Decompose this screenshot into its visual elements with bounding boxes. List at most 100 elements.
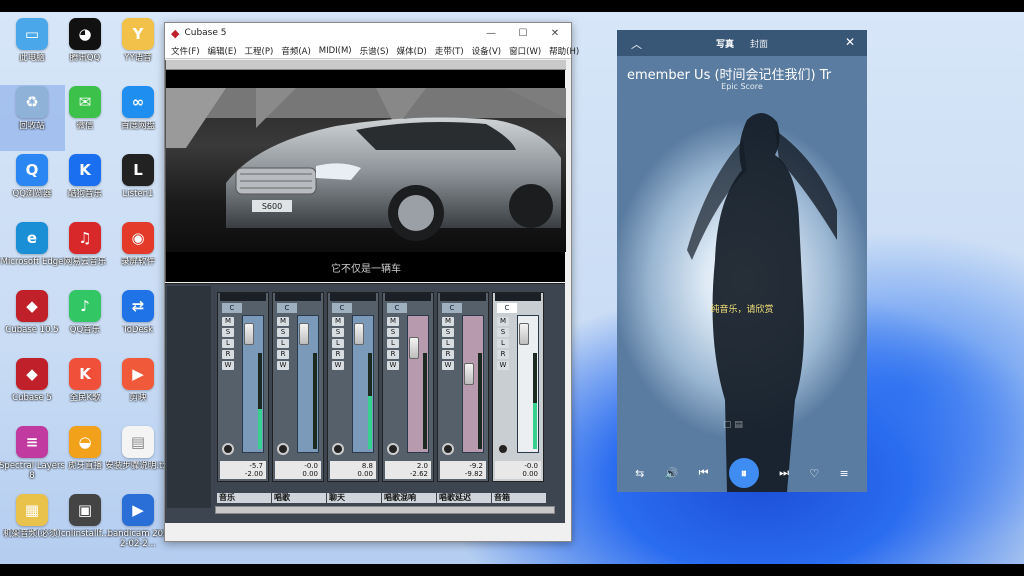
loop-mode-icon[interactable]: ⇆ <box>635 467 644 480</box>
desktop-icon[interactable]: Y YY语音 <box>106 18 170 82</box>
channel-m-button[interactable]: M <box>387 317 399 326</box>
playlist-icon[interactable]: ≡ <box>840 467 849 480</box>
channel-insert-slot[interactable] <box>385 293 431 301</box>
channel-insert-slot[interactable] <box>495 293 541 301</box>
menu-item[interactable]: 编辑(E) <box>204 45 241 57</box>
channel-r-button[interactable]: R <box>442 350 454 359</box>
desktop-icon-label: YY语音 <box>124 53 152 63</box>
channel-insert-slot[interactable] <box>220 293 266 301</box>
volume-icon[interactable]: 🔊 <box>665 467 679 480</box>
channel-r-button[interactable]: R <box>497 350 509 359</box>
menu-item[interactable]: 设备(V) <box>468 45 505 57</box>
tab-cover[interactable]: 封面 <box>750 37 768 50</box>
channel-insert-slot[interactable] <box>440 293 486 301</box>
pan-display[interactable]: C <box>387 303 407 313</box>
channel-w-button[interactable]: W <box>497 361 509 370</box>
fader-handle[interactable] <box>244 323 254 345</box>
lyric-tools-icon[interactable]: ▢ ▤ <box>723 420 743 430</box>
channel-name[interactable]: 音乐 <box>217 493 271 503</box>
fader-handle[interactable] <box>299 323 309 345</box>
channel-w-button[interactable]: W <box>387 361 399 370</box>
desktop-icon[interactable]: ▶ 剪映 <box>106 358 170 422</box>
channel-s-button[interactable]: S <box>497 328 509 337</box>
previous-track-icon[interactable]: ⏮ <box>699 466 709 480</box>
channel-insert-slot[interactable] <box>275 293 321 301</box>
channel-knob[interactable] <box>387 443 399 455</box>
channel-m-button[interactable]: M <box>332 317 344 326</box>
channel-s-button[interactable]: S <box>332 328 344 337</box>
pan-display[interactable]: C <box>222 303 242 313</box>
channel-l-button[interactable]: L <box>277 339 289 348</box>
menu-item[interactable]: MIDI(M) <box>315 46 356 56</box>
channel-knob[interactable] <box>277 443 289 455</box>
fader-handle[interactable] <box>409 337 419 359</box>
mixer-horizontal-scrollbar[interactable] <box>215 506 555 514</box>
channel-r-button[interactable]: R <box>387 350 399 359</box>
pause-button[interactable]: ⏸ <box>728 458 759 488</box>
minimize-button[interactable]: — <box>475 28 507 39</box>
channel-m-button[interactable]: M <box>277 317 289 326</box>
channel-l-button[interactable]: L <box>332 339 344 348</box>
menu-item[interactable]: 走带(T) <box>431 45 468 57</box>
channel-l-button[interactable]: L <box>222 339 234 348</box>
menu-item[interactable]: 媒体(D) <box>393 45 431 57</box>
player-close-icon[interactable]: ✕ <box>845 35 855 49</box>
collapse-chevron-icon[interactable]: ︿ <box>631 36 642 52</box>
channel-name[interactable]: 唱歌延迟 <box>437 493 491 503</box>
channel-m-button[interactable]: M <box>442 317 454 326</box>
desktop-icon[interactable]: L Listen1 <box>106 154 170 218</box>
channel-w-button[interactable]: W <box>277 361 289 370</box>
tab-photo[interactable]: 写真 <box>716 37 734 50</box>
desktop-icon[interactable]: ∞ 百度网盘 <box>106 86 170 150</box>
desktop-icon[interactable]: ⇄ ToDesk <box>106 290 170 354</box>
channel-insert-slot[interactable] <box>330 293 376 301</box>
channel-name[interactable]: 唱歌 <box>272 493 326 503</box>
pan-display[interactable]: C <box>277 303 297 313</box>
channel-knob[interactable] <box>332 443 344 455</box>
fader-handle[interactable] <box>354 323 364 345</box>
peak-value: -0.0 <box>524 462 538 470</box>
pan-display[interactable]: C <box>497 303 517 313</box>
channel-s-button[interactable]: S <box>442 328 454 337</box>
menu-item[interactable]: 窗口(W) <box>505 45 545 57</box>
close-button[interactable]: ✕ <box>539 28 571 39</box>
channel-name[interactable]: 唱歌混响 <box>382 493 436 503</box>
pan-display[interactable]: C <box>332 303 352 313</box>
fader-value: 0.00 <box>522 470 538 478</box>
channel-r-button[interactable]: R <box>332 350 344 359</box>
channel-w-button[interactable]: W <box>332 361 344 370</box>
pan-display[interactable]: C <box>442 303 462 313</box>
next-track-icon[interactable]: ⏭ <box>779 466 789 480</box>
channel-r-button[interactable]: R <box>222 350 234 359</box>
channel-s-button[interactable]: S <box>222 328 234 337</box>
menu-item[interactable]: 文件(F) <box>167 45 204 57</box>
channel-name[interactable]: 音箱 <box>492 493 546 503</box>
channel-knob[interactable] <box>442 443 454 455</box>
maximize-button[interactable]: ☐ <box>507 28 539 39</box>
favorite-heart-icon[interactable]: ♡ <box>809 467 819 480</box>
channel-s-button[interactable]: S <box>277 328 289 337</box>
channel-w-button[interactable]: W <box>442 361 454 370</box>
channel-w-button[interactable]: W <box>222 361 234 370</box>
channel-m-button[interactable]: M <box>222 317 234 326</box>
channel-knob[interactable] <box>222 443 234 455</box>
menu-item[interactable]: 乐谱(S) <box>356 45 393 57</box>
menu-item[interactable]: 工程(P) <box>241 45 278 57</box>
channel-l-button[interactable]: L <box>442 339 454 348</box>
channel-name[interactable]: 聊天 <box>327 493 381 503</box>
fader-handle[interactable] <box>464 363 474 385</box>
channel-l-button[interactable]: L <box>497 339 509 348</box>
fader-handle[interactable] <box>519 323 529 345</box>
desktop-icon[interactable]: ▤ 安装步骤说明.txt <box>105 426 171 490</box>
channel-r-button[interactable]: R <box>277 350 289 359</box>
cubase-titlebar[interactable]: ◆ Cubase 5 — ☐ ✕ <box>165 23 571 43</box>
video-toolbar[interactable] <box>166 60 566 70</box>
menu-item[interactable]: 音频(A) <box>277 45 314 57</box>
channel-s-button[interactable]: S <box>387 328 399 337</box>
menu-item[interactable]: 帮助(H) <box>545 45 583 57</box>
channel-m-button[interactable]: M <box>497 317 509 326</box>
channel-l-button[interactable]: L <box>387 339 399 348</box>
desktop-icon[interactable]: ◉ 录屏软件 <box>106 222 170 286</box>
channel-knob[interactable] <box>497 443 509 455</box>
desktop-icon[interactable]: ▶ bandicam 2022-02-2... <box>106 494 170 558</box>
